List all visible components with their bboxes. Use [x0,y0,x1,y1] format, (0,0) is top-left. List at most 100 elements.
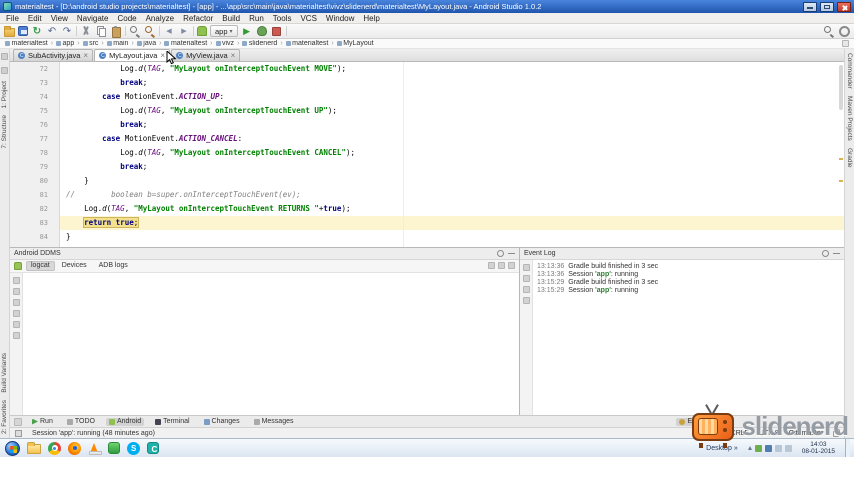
breadcrumb-item-app[interactable]: app [56,40,74,47]
skype-icon[interactable] [127,441,140,455]
code-line[interactable]: 72 Log.d(TAG, "MyLayout onInterceptTouch… [10,62,844,76]
code-line[interactable]: 77 case MotionEvent.ACTION_CANCEL: [10,132,844,146]
toolwindow-android[interactable]: Android [105,417,145,426]
breadcrumb-item-materialtest[interactable]: materialtest [5,40,48,47]
settings-icon[interactable] [838,25,850,37]
forward-icon[interactable] [178,25,190,37]
tool-tab-gradle[interactable]: Gradle [846,148,853,168]
settings-icon[interactable] [12,331,20,339]
toolwindow-messages[interactable]: Messages [251,418,297,426]
find-icon[interactable] [129,25,141,37]
explorer-folder-icon[interactable] [27,442,41,454]
app-icon-orange[interactable] [88,442,102,455]
code-editor[interactable]: 72 Log.d(TAG, "MyLayout onInterceptTouch… [10,62,844,247]
line-number[interactable]: 76 [10,118,60,132]
line-number[interactable]: 78 [10,146,60,160]
undo-icon[interactable] [46,25,58,37]
close-tab-icon[interactable] [83,53,88,59]
tool-window-switcher-icon[interactable] [14,417,22,426]
close-button[interactable] [837,1,851,12]
tool-tab-commander[interactable]: Commander [846,53,853,89]
code-line[interactable]: 76 break; [10,118,844,132]
ddms-settings-icon[interactable] [497,249,504,257]
code-line[interactable]: 78 Log.d(TAG, "MyLayout onInterceptTouch… [10,146,844,160]
print-icon[interactable] [12,309,20,317]
tool-tab-maven-projects[interactable]: Maven Projects [846,96,853,141]
copy-icon[interactable] [95,25,107,37]
line-number[interactable]: 73 [10,76,60,90]
code-line[interactable]: 82 Log.d(TAG, "MyLayout onInterceptTouch… [10,202,844,216]
debug-button[interactable] [256,25,268,37]
run-config-select[interactable]: app [210,25,238,37]
search-everywhere-icon[interactable] [823,25,835,37]
open-folder-icon[interactable] [4,25,15,37]
breadcrumb-item-mylayout[interactable]: MyLayout [336,40,374,47]
line-number[interactable]: 77 [10,132,60,146]
firefox-icon[interactable] [68,441,81,455]
event-log-entries[interactable]: 13:13:36 Gradle build finished in 3 sec 13… [533,260,844,415]
toolwindow-todo[interactable]: TODO [64,418,98,426]
ddms-hide-icon[interactable] [508,250,515,257]
tool-tab-2-favorites[interactable]: 2: Favorites [1,400,8,434]
breadcrumb-settings-icon[interactable] [842,40,849,47]
toolwindow-run[interactable]: Run [29,418,56,426]
code-line[interactable]: 73 break; [10,76,844,90]
line-number[interactable]: 74 [10,90,60,104]
breadcrumb-item-vivz[interactable]: vivz [215,40,234,47]
menu-item-navigate[interactable]: Navigate [77,14,109,23]
error-stripe-mark[interactable] [839,158,843,160]
clear-all-icon[interactable] [522,274,530,282]
line-number[interactable]: 83 [10,216,60,230]
settings-icon[interactable] [522,263,530,271]
line-number[interactable]: 84 [10,230,60,244]
save-all-icon[interactable] [18,26,28,36]
code-line[interactable]: 81 // boolean b=super.onInterceptTouchEve… [10,188,844,202]
toolwindow-terminal[interactable]: Terminal [152,418,192,426]
cut-icon[interactable] [80,25,92,37]
menu-item-vcs[interactable]: VCS [300,14,316,23]
pause-log-icon[interactable] [12,298,20,306]
settings-icon[interactable] [508,262,515,270]
line-number[interactable]: 85 [10,244,60,247]
editor-tab-subactivity-java[interactable]: SubActivity.java [13,49,94,61]
ddms-tab-logcat[interactable]: logcat [26,260,55,271]
minimize-button[interactable] [803,1,817,12]
maximize-button[interactable] [820,1,834,12]
menu-item-window[interactable]: Window [326,14,354,23]
tool-tab-7-structure[interactable]: 7: Structure [1,115,8,149]
line-number[interactable]: 80 [10,174,60,188]
error-stripe-mark[interactable] [839,180,843,182]
line-number[interactable]: 72 [10,62,60,76]
status-toolwindow-icon[interactable] [15,429,22,437]
close-tab-icon[interactable] [231,53,236,59]
editor-tab-mylayout-java[interactable]: MyLayout.java [94,49,171,61]
help-icon[interactable] [522,296,530,304]
logcat-content[interactable] [23,272,519,415]
close-tab-icon[interactable] [160,53,165,59]
code-line[interactable]: 75 Log.d(TAG, "MyLayout onInterceptTouch… [10,104,844,118]
menu-item-help[interactable]: Help [363,14,379,23]
breadcrumb-item-main[interactable]: main [106,40,128,47]
toolwindow-changes[interactable]: Changes [201,418,243,426]
menu-item-edit[interactable]: Edit [28,14,42,23]
breadcrumb-item-materialtest[interactable]: materialtest [164,40,207,47]
menu-item-view[interactable]: View [51,14,68,23]
stop-button[interactable] [271,25,283,37]
scroll-to-end-icon[interactable] [522,285,530,293]
chrome-icon[interactable] [48,441,61,455]
ddms-tab-adb-logs[interactable]: ADB logs [94,261,133,271]
breadcrumb-item-java[interactable]: java [136,40,156,47]
redo-icon[interactable] [61,25,73,37]
run-button[interactable] [241,25,253,37]
structure-tool-icon[interactable] [1,67,8,74]
ddms-tab-devices[interactable]: Devices [57,261,92,271]
breadcrumb-item-slidenerd[interactable]: slidenerd [242,40,277,47]
menu-item-run[interactable]: Run [249,14,264,23]
code-line[interactable]: 84} [10,230,844,244]
line-number[interactable]: 75 [10,104,60,118]
line-number[interactable]: 79 [10,160,60,174]
screenshot-icon[interactable] [12,320,20,328]
code-line[interactable]: 80 } [10,174,844,188]
line-number[interactable]: 82 [10,202,60,216]
editor-scrollbar[interactable] [839,65,843,110]
